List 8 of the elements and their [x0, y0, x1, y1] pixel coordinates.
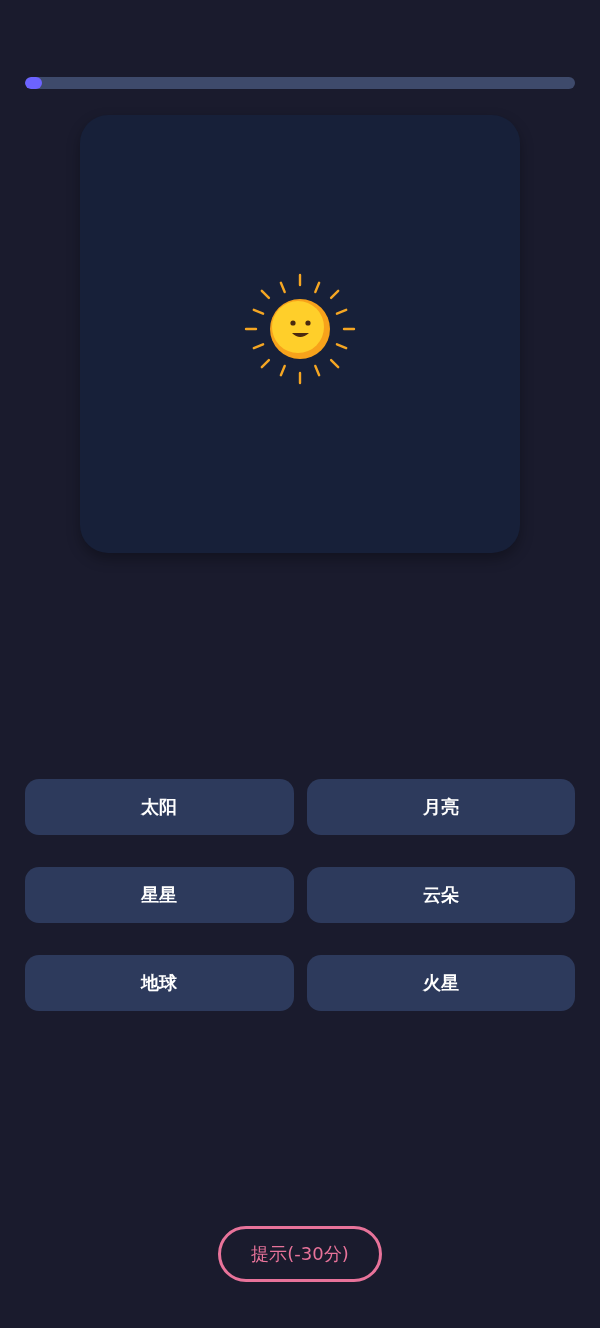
- answer-option[interactable]: 太阳: [25, 779, 294, 835]
- answer-option[interactable]: 星星: [25, 867, 294, 923]
- hint-button[interactable]: 提示(-30分): [218, 1226, 382, 1282]
- sun-icon: [244, 273, 356, 385]
- answer-option[interactable]: 火星: [306, 955, 575, 1011]
- answer-option[interactable]: 云朵: [306, 867, 575, 923]
- answer-option[interactable]: 地球: [25, 955, 294, 1011]
- answer-option[interactable]: 月亮: [306, 779, 575, 835]
